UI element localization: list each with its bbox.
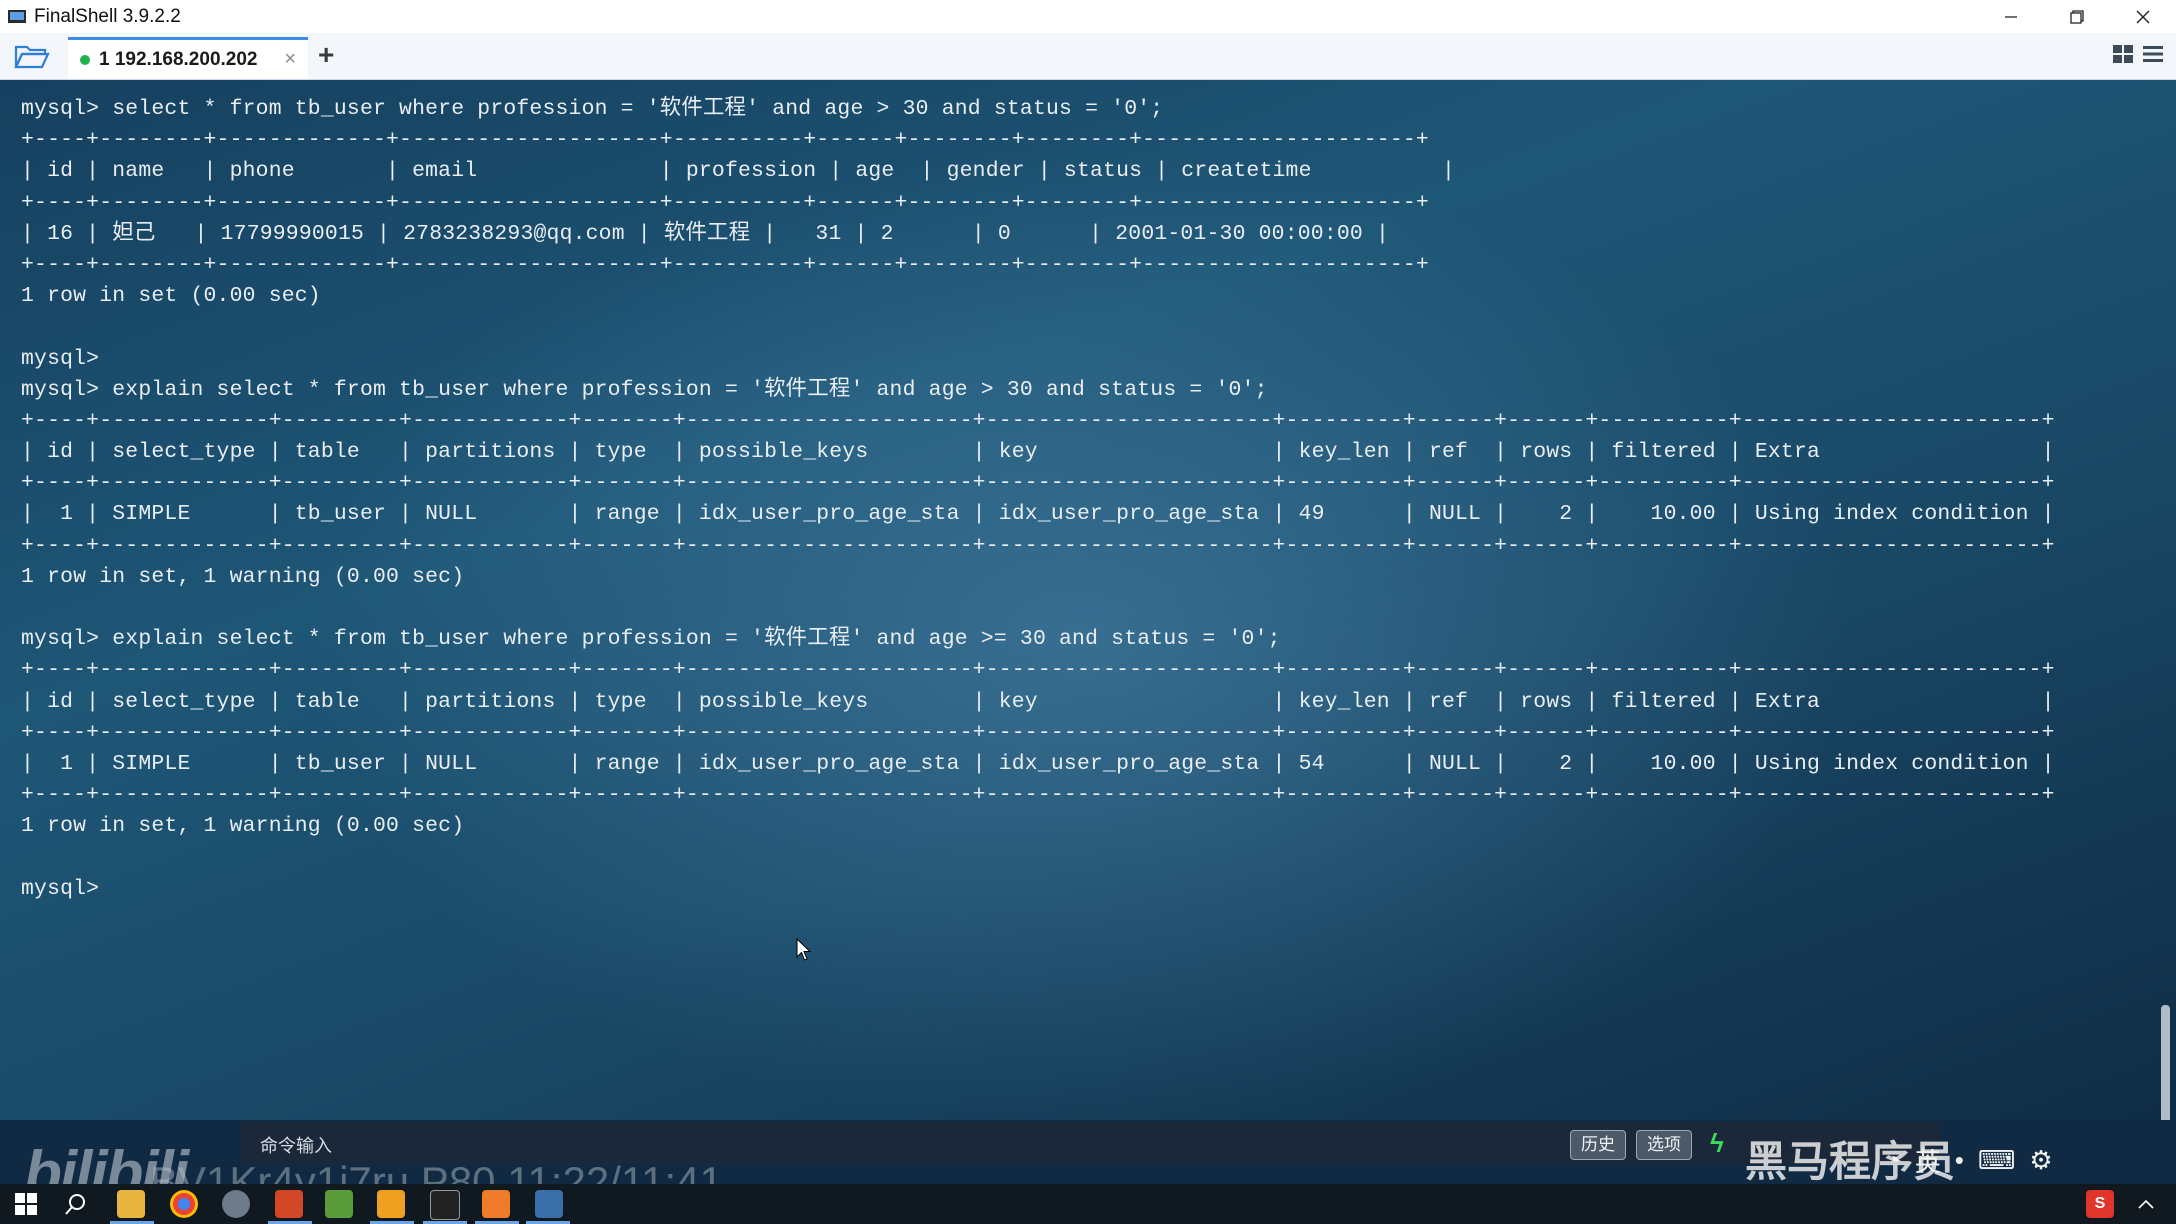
terminal-line: | 1 | SIMPLE | tb_user | NULL | range | … [21,751,2055,776]
menu-icon[interactable] [2142,43,2164,70]
tab-label: 1 192.168.200.202 [99,48,258,70]
finalshell-taskbar-icon[interactable] [535,1190,563,1218]
terminal-line: +----+-------------+---------+----------… [21,658,2055,683]
restore-icon[interactable] [2044,0,2110,33]
app-window-icon[interactable] [377,1190,405,1218]
ime-keyboard-icon[interactable]: ⌨ [1978,1145,2016,1176]
terminal-line: +----+-------------+---------+----------… [21,471,2055,496]
connection-status-dot [80,54,90,65]
tab-session-1[interactable]: 1 192.168.200.202 × [68,37,308,79]
terminal-line: 1 row in set, 1 warning (0.00 sec) [21,564,465,589]
terminal-line: | id | name | phone | email | profession… [21,159,1456,184]
windows-start-icon[interactable] [12,1190,40,1218]
ime-punctuation-icon[interactable]: • [1955,1145,1964,1176]
terminal-line: mysql> [21,346,100,371]
terminal-line: | 16 | 妲己 | 17799990015 | 2783238293@qq.… [21,221,1390,246]
terminal-line: mysql> explain select * from tb_user whe… [21,377,1268,402]
terminal-line: +----+--------+-------------+-----------… [21,128,1429,153]
title-bar: FinalShell 3.9.2.2 [0,0,2176,34]
mouse-cursor-icon [796,937,812,967]
ime-logo-icon[interactable]: ◔ [1885,1145,1901,1176]
terminal-line: +----+-------------+---------+----------… [21,408,2055,433]
sogou-ime-icon[interactable]: S [2086,1190,2114,1218]
windows-taskbar: S [0,1184,2176,1224]
window-title: FinalShell 3.9.2.2 [34,5,181,27]
grid-layout-icon[interactable] [2112,43,2134,70]
command-input[interactable]: 命令输入 [260,1132,332,1158]
terminal-text: mysql> select * from tb_user where profe… [21,94,2055,905]
terminal-line: +----+--------+-------------+-----------… [21,190,1429,215]
finalshell-app-icon [6,6,28,28]
app-icon-generic[interactable] [222,1190,250,1218]
ime-language[interactable]: 英 [1915,1142,1941,1179]
file-explorer-icon[interactable] [117,1190,145,1218]
sublime-icon[interactable] [482,1190,510,1218]
terminal-line: | 1 | SIMPLE | tb_user | NULL | range | … [21,502,2055,527]
lightning-icon[interactable]: ϟ [1710,1128,1724,1159]
terminal-line: mysql> explain select * from tb_user whe… [21,627,1281,652]
terminal-line: +----+-------------+---------+----------… [21,783,2055,808]
chrome-icon[interactable] [170,1190,198,1218]
terminal-line: 1 row in set (0.00 sec) [21,284,321,309]
terminal-line: | id | select_type | table | partitions … [21,689,2055,714]
chevron-up-icon[interactable] [2132,1190,2160,1218]
close-icon[interactable] [2110,0,2176,33]
terminal-line: +----+-------------+---------+----------… [21,720,2055,745]
tab-close-icon[interactable]: × [284,48,296,71]
minimize-icon[interactable] [1978,0,2044,33]
terminal-line: +----+-------------+---------+----------… [21,533,2055,558]
terminal-line: mysql> select * from tb_user where profe… [21,97,1164,121]
ime-settings-icon[interactable]: ⚙ [2029,1145,2052,1176]
terminal-line: +----+--------+-------------+-----------… [21,252,1429,277]
history-button[interactable]: 历史 [1570,1130,1626,1160]
terminal-line: | id | select_type | table | partitions … [21,440,2055,465]
layout-toggles [2112,43,2164,70]
terminal-line: 1 row in set, 1 warning (0.00 sec) [21,814,465,839]
session-tab-bar: 1 192.168.200.202 × + [0,33,2176,80]
options-button[interactable]: 选项 [1636,1130,1692,1160]
notepad-icon[interactable] [325,1190,353,1218]
window-controls [1978,0,2176,33]
terminal-output[interactable]: mysql> select * from tb_user where profe… [0,80,2176,1120]
terminal-scrollbar[interactable] [2161,1005,2170,1120]
folder-icon[interactable] [14,42,50,70]
ime-toolbar: ◔ 英 • ⌨ ⚙ [1875,1138,2169,1182]
search-icon[interactable] [62,1190,90,1218]
terminal-line: mysql> [21,876,100,901]
add-tab-icon[interactable]: + [318,39,334,71]
powerpoint-icon[interactable] [275,1190,303,1218]
jetbrains-icon[interactable] [430,1190,460,1220]
